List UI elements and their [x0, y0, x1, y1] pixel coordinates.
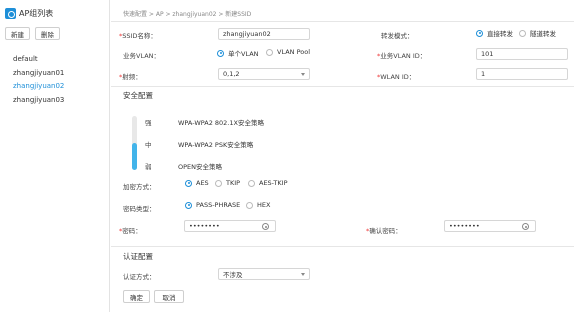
chevron-down-icon	[301, 73, 305, 76]
strength-mid-label: 中	[145, 141, 152, 149]
main-panel: 快速配置 > AP > zhangjiyuan02 > 新建SSID *SSID…	[111, 0, 574, 312]
eye-icon[interactable]	[262, 223, 269, 230]
auth-section-title: 认证配置	[123, 252, 153, 261]
breadcrumb: 快速配置 > AP > zhangjiyuan02 > 新建SSID	[123, 11, 252, 18]
encryption-label: 加密方式：	[123, 183, 156, 191]
sidebar-item-zhangjiyuan03[interactable]: zhangjiyuan03	[13, 96, 64, 104]
encryption-tkip-radio[interactable]: TKIP	[215, 179, 240, 187]
forward-tunnel-radio[interactable]: 隧道转发	[519, 28, 556, 38]
radio-checked-icon	[185, 179, 192, 187]
strength-low-desc: OPEN安全策略	[178, 163, 223, 171]
auth-mode-select[interactable]: 不涉及	[218, 268, 310, 280]
sidebar-title: AP组列表	[5, 8, 53, 19]
section-divider	[111, 86, 574, 87]
sidebar: AP组列表 新建 删除 default zhangjiyuan01 zhangj…	[0, 0, 110, 312]
radio-checked-icon	[476, 29, 483, 37]
strength-low-label: 弱	[145, 163, 152, 171]
vlan-id-label: *业务VLAN ID：	[377, 52, 427, 60]
security-strength-track	[132, 116, 137, 170]
encryption-aes-tkip-radio[interactable]: AES-TKIP	[248, 179, 288, 187]
vlan-pool-radio[interactable]: VLAN Pool	[266, 48, 310, 56]
strength-high-label: 强	[145, 119, 152, 127]
forward-direct-radio[interactable]: 直接转发	[476, 28, 513, 38]
radio-unchecked-icon	[246, 201, 253, 209]
sidebar-item-default[interactable]: default	[13, 55, 38, 63]
chevron-down-icon	[301, 273, 305, 276]
pwd-type-passphrase-radio[interactable]: PASS-PHRASE	[185, 201, 240, 209]
new-button[interactable]: 新建	[5, 27, 30, 40]
vlan-id-input[interactable]: 101	[476, 48, 568, 60]
eye-icon[interactable]	[522, 223, 529, 230]
cancel-button[interactable]: 取消	[154, 290, 184, 303]
password-input[interactable]: ••••••••	[184, 220, 276, 232]
strength-mid-desc: WPA-WPA2 PSK安全策略	[178, 141, 254, 149]
sidebar-title-text: AP组列表	[19, 9, 54, 18]
vlan-single-radio[interactable]: 单个VLAN	[217, 48, 259, 58]
radio-unchecked-icon	[266, 48, 273, 56]
confirm-password-label: *确认密码：	[366, 227, 402, 235]
sidebar-item-zhangjiyuan02[interactable]: zhangjiyuan02	[13, 82, 64, 90]
radio-unchecked-icon	[519, 29, 526, 37]
ssid-label: *SSID名称：	[119, 32, 157, 40]
radio-unchecked-icon	[248, 179, 255, 187]
radio-unchecked-icon	[215, 179, 222, 187]
encryption-aes-radio[interactable]: AES	[185, 179, 209, 187]
ok-button[interactable]: 确定	[123, 290, 150, 303]
header-divider	[111, 21, 574, 22]
vlan-label: 业务VLAN：	[123, 52, 161, 60]
wlan-id-label: *WLAN ID：	[377, 73, 416, 81]
sidebar-item-zhangjiyuan01[interactable]: zhangjiyuan01	[13, 69, 64, 77]
confirm-password-input[interactable]: ••••••••	[444, 220, 536, 232]
wlan-id-input[interactable]: 1	[476, 68, 568, 80]
auth-mode-label: 认证方式：	[123, 273, 156, 281]
ssid-input[interactable]: zhangjiyuan02	[218, 28, 310, 40]
radio-select[interactable]: 0,1,2	[218, 68, 310, 80]
radio-checked-icon	[217, 49, 224, 57]
security-strength-fill	[132, 143, 137, 170]
forward-mode-label: 转发模式：	[381, 32, 414, 40]
security-section-title: 安全配置	[123, 91, 153, 100]
wifi-icon	[5, 8, 16, 19]
section-divider	[111, 246, 574, 247]
radio-checked-icon	[185, 201, 192, 209]
radio-label: *射频：	[119, 73, 142, 81]
delete-button[interactable]: 删除	[35, 27, 60, 40]
pwd-type-hex-radio[interactable]: HEX	[246, 201, 270, 209]
strength-high-desc: WPA-WPA2 802.1X安全策略	[178, 119, 264, 127]
password-type-label: 密码类型：	[123, 205, 156, 213]
password-label: *密码：	[119, 227, 142, 235]
